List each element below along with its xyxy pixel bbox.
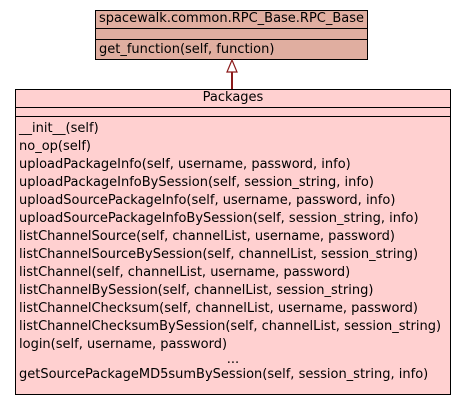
- inheritance-arrow-head: [226, 58, 238, 73]
- operation-list-channel: listChannel(self, channelList, username,…: [19, 265, 351, 280]
- base-class-attributes-compartment: [96, 28, 367, 39]
- operation-get-function: get_function(self, function): [99, 42, 275, 57]
- base-class-operations-compartment: get_function(self, function): [96, 39, 367, 59]
- operation-upload-package-info: uploadPackageInfo(self, username, passwo…: [19, 157, 351, 172]
- packages-class-box: Packages __init__(self) no_op(self) uplo…: [15, 89, 451, 395]
- base-class-name: spacewalk.common.RPC_Base.RPC_Base: [98, 11, 365, 26]
- packages-class-operations-compartment: __init__(self) no_op(self) uploadPackage…: [16, 116, 450, 384]
- operation-upload-source-package-info-by-session: uploadSourcePackageInfoBySession(self, s…: [19, 211, 419, 226]
- operation-upload-source-package-info: uploadSourcePackageInfo(self, username, …: [19, 193, 396, 208]
- operation-list-channel-checksum: listChannelChecksum(self, channelList, u…: [19, 301, 418, 316]
- packages-class-name-compartment: Packages: [16, 90, 450, 107]
- operation-list-channel-source: listChannelSource(self, channelList, use…: [19, 229, 395, 244]
- operation-upload-package-info-by-session: uploadPackageInfoBySession(self, session…: [19, 175, 374, 190]
- operation-list-channel-source-by-session: listChannelSourceBySession(self, channel…: [19, 247, 419, 262]
- operation-init: __init__(self): [19, 121, 99, 136]
- packages-class-attributes-compartment: [16, 107, 450, 116]
- operation-list-channel-by-session: listChannelBySession(self, channelList, …: [19, 283, 374, 298]
- operation-get-source-package-md5sum-by-session: getSourcePackageMD5sumBySession(self, se…: [19, 367, 429, 382]
- packages-class-name: Packages: [202, 90, 264, 105]
- base-class-name-compartment: spacewalk.common.RPC_Base.RPC_Base: [96, 11, 367, 28]
- operation-no-op: no_op(self): [19, 139, 92, 154]
- operations-ellipsis: ...: [226, 352, 240, 367]
- base-class-box: spacewalk.common.RPC_Base.RPC_Base get_f…: [95, 10, 368, 60]
- operation-list-channel-checksum-by-session: listChannelChecksumBySession(self, chann…: [19, 319, 442, 334]
